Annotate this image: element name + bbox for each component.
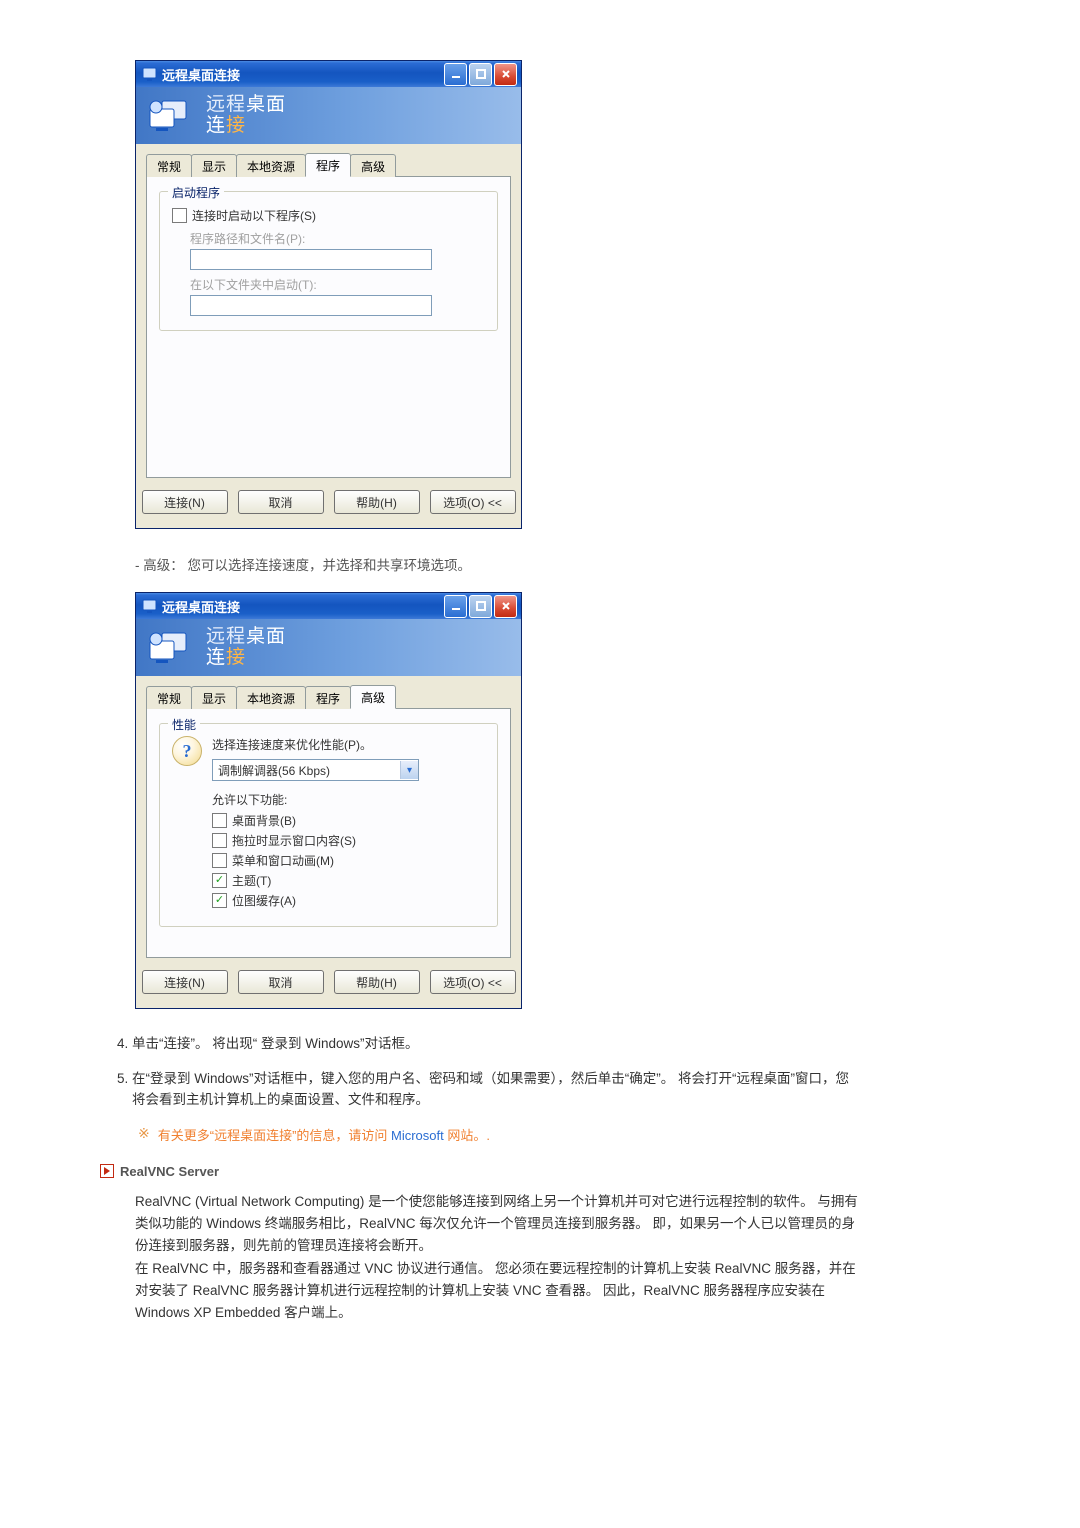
help-icon: ? — [172, 736, 202, 766]
window-title: 远程桌面连接 — [162, 65, 240, 84]
program-path-field[interactable] — [190, 249, 432, 270]
banner-title: 远程桌面 连接 — [206, 95, 286, 137]
note-after: 网站。. — [444, 1128, 490, 1143]
close-button[interactable] — [494, 595, 517, 618]
minimize-button[interactable] — [444, 63, 467, 86]
start-folder-label: 在以下文件夹中启动(T): — [190, 276, 485, 293]
help-button[interactable]: 帮助(H) — [334, 970, 420, 994]
help-button[interactable]: 帮助(H) — [334, 490, 420, 514]
realvnc-paragraph: RealVNC (Virtual Network Computing) 是一个使… — [135, 1191, 860, 1325]
minimize-button[interactable] — [444, 595, 467, 618]
options-button[interactable]: 选项(O) << — [430, 490, 516, 514]
step-list: 单击“连接”。 将出现“ 登录到 Windows”对话框。 在“登录到 Wind… — [110, 1034, 860, 1111]
tabstrip: 常规 显示 本地资源 程序 高级 — [146, 154, 511, 177]
titlebar[interactable]: 远程桌面连接 — [136, 593, 521, 619]
tab-advanced[interactable]: 高级 — [350, 685, 396, 709]
tab-general[interactable]: 常规 — [146, 686, 192, 709]
rdp-dialog-advanced: 远程桌面连接 远程桌面 连接 — [135, 592, 522, 1009]
app-icon — [142, 66, 158, 82]
tab-display[interactable]: 显示 — [191, 154, 237, 177]
section-title: RealVNC Server — [120, 1164, 219, 1179]
tab-advanced[interactable]: 高级 — [350, 154, 396, 177]
note-row: ※ 有关更多“远程桌面连接”的信息，请访问 Microsoft 网站。. — [138, 1125, 860, 1144]
group-performance: 性能 ? 选择连接速度来优化性能(P)。 调制解调器(56 Kbps) ▾ 允许… — [159, 723, 498, 927]
close-button[interactable] — [494, 63, 517, 86]
tab-display[interactable]: 显示 — [191, 686, 237, 709]
perf-instruction: 选择连接速度来优化性能(P)。 — [212, 736, 485, 753]
banner: 远程桌面 连接 — [136, 87, 521, 144]
group-start-program: 启动程序 连接时启动以下程序(S) 程序路径和文件名(P): 在以下文件夹中启动… — [159, 191, 498, 331]
app-icon — [142, 598, 158, 614]
maximize-button[interactable] — [469, 63, 492, 86]
microsoft-link[interactable]: Microsoft — [391, 1128, 444, 1143]
cancel-button[interactable]: 取消 — [238, 970, 324, 994]
combo-value: 调制解调器(56 Kbps) — [213, 762, 400, 779]
chk-menu-anim[interactable] — [212, 853, 227, 868]
monitors-icon — [144, 627, 194, 669]
allow-label: 允许以下功能: — [212, 791, 485, 808]
start-folder-field[interactable] — [190, 295, 432, 316]
group-legend: 性能 — [168, 716, 200, 733]
cancel-button[interactable]: 取消 — [238, 490, 324, 514]
step-4: 单击“连接”。 将出现“ 登录到 Windows”对话框。 — [132, 1034, 860, 1055]
window-title: 远程桌面连接 — [162, 597, 240, 616]
options-button[interactable]: 选项(O) << — [430, 970, 516, 994]
banner: 远程桌面 连接 — [136, 619, 521, 676]
tab-local[interactable]: 本地资源 — [236, 686, 306, 709]
tab-programs[interactable]: 程序 — [305, 686, 351, 709]
titlebar[interactable]: 远程桌面连接 — [136, 61, 521, 87]
program-path-label: 程序路径和文件名(P): — [190, 230, 485, 247]
tab-local[interactable]: 本地资源 — [236, 154, 306, 177]
chk-theme[interactable]: ✓ — [212, 873, 227, 888]
tab-programs[interactable]: 程序 — [305, 153, 351, 177]
chk-bitmap-cache[interactable]: ✓ — [212, 893, 227, 908]
connect-button[interactable]: 连接(N) — [142, 970, 228, 994]
section-bullet-icon — [100, 1164, 114, 1178]
chk-desktop-bg[interactable] — [212, 813, 227, 828]
monitors-icon — [144, 95, 194, 137]
connect-button[interactable]: 连接(N) — [142, 490, 228, 514]
note-before: 有关更多“远程桌面连接”的信息，请访问 — [158, 1128, 391, 1143]
rdp-dialog-programs: 远程桌面连接 远程桌面 连接 — [135, 60, 522, 529]
step-5: 在“登录到 Windows”对话框中，键入您的用户名、密码和域（如果需要），然后… — [132, 1069, 860, 1111]
tab-general[interactable]: 常规 — [146, 154, 192, 177]
maximize-button[interactable] — [469, 595, 492, 618]
group-legend: 启动程序 — [168, 184, 224, 201]
section-realvnc: RealVNC Server — [100, 1164, 860, 1179]
connection-speed-combo[interactable]: 调制解调器(56 Kbps) ▾ — [212, 759, 419, 781]
note-icon: ※ — [138, 1125, 150, 1142]
chk-drag-content[interactable] — [212, 833, 227, 848]
start-program-label: 连接时启动以下程序(S) — [192, 207, 316, 224]
tabstrip: 常规 显示 本地资源 程序 高级 — [146, 686, 511, 709]
chevron-down-icon: ▾ — [400, 761, 418, 779]
advanced-bullet: - 高级： 您可以选择连接速度，并选择和共享环境选项。 — [135, 554, 860, 574]
banner-title: 远程桌面 连接 — [206, 627, 286, 669]
start-program-checkbox[interactable] — [172, 208, 187, 223]
